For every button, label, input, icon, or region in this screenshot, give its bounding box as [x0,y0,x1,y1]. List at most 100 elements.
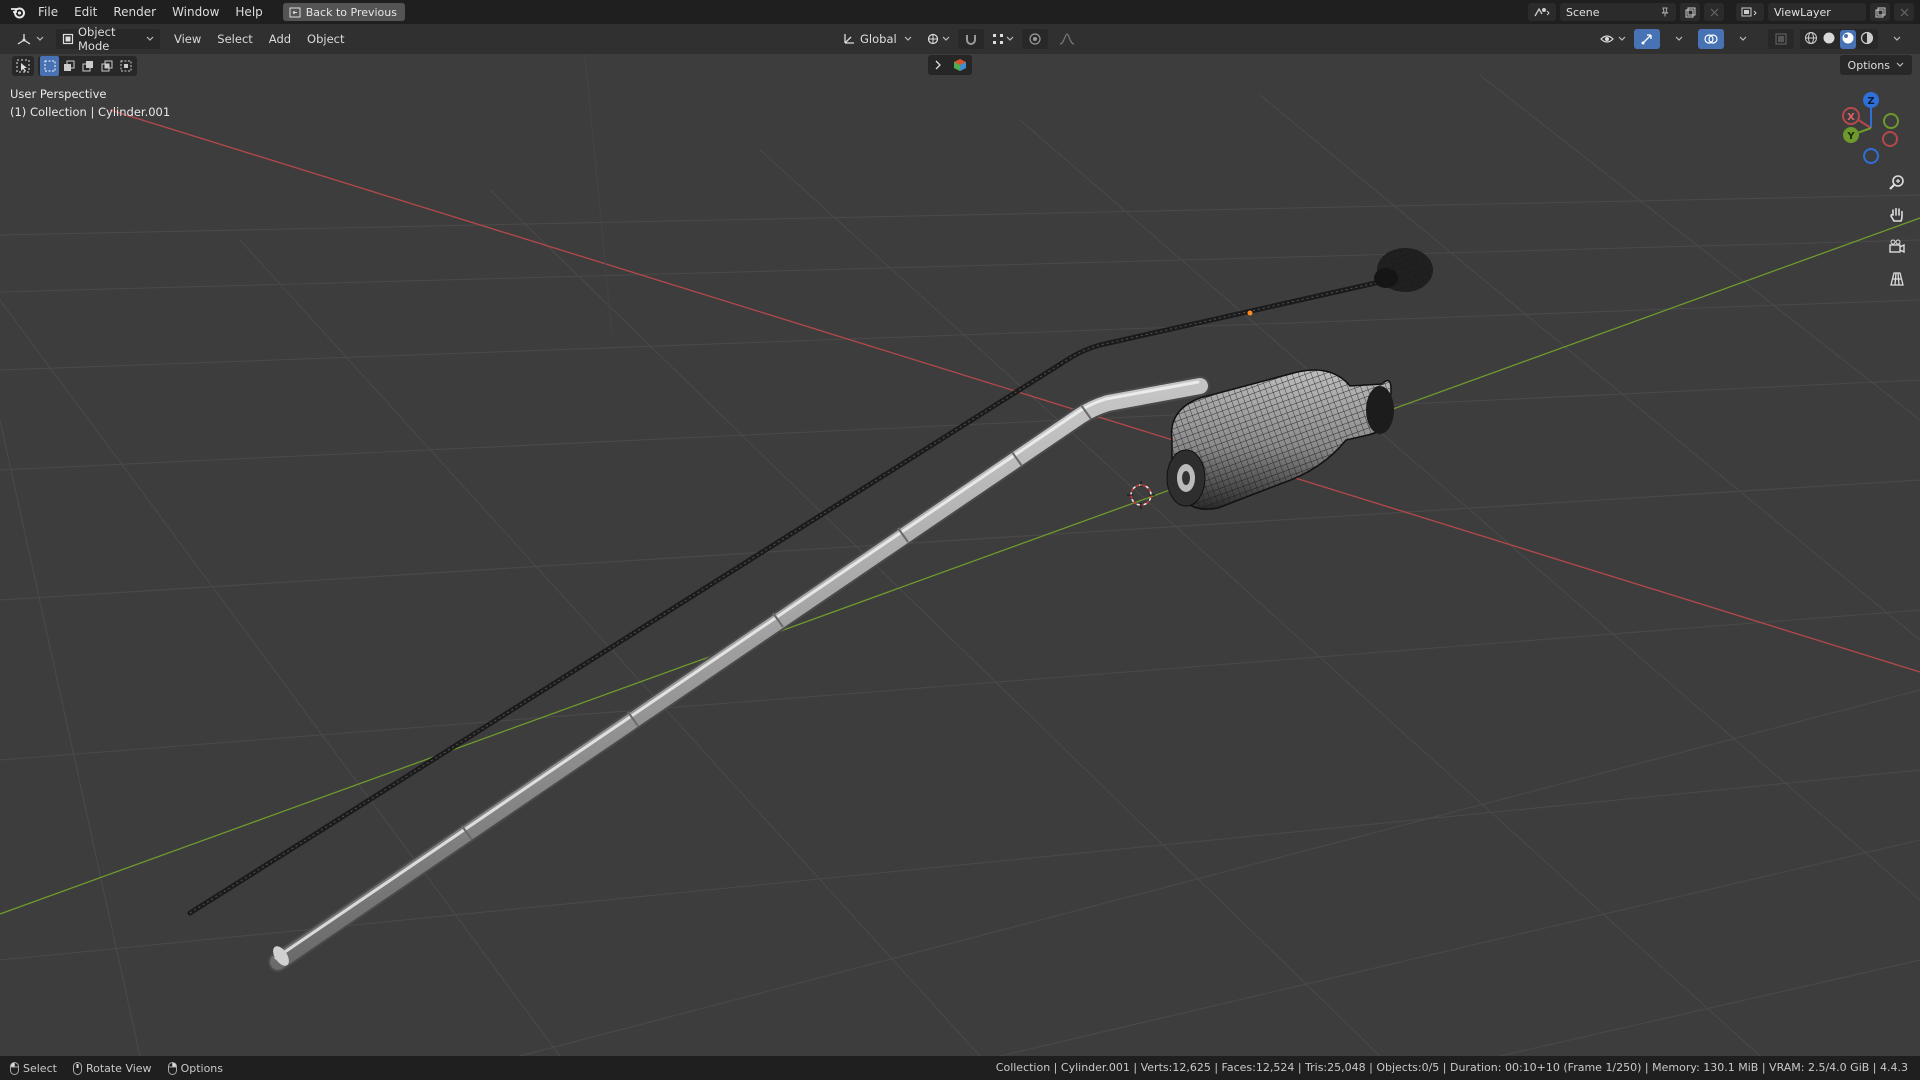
gizmo-z-label: Z [1867,96,1874,107]
snap-toggle[interactable] [958,29,984,49]
subtract-selection-button[interactable] [78,56,97,76]
invert-selection-button[interactable] [97,56,116,76]
selection-subtract-icon [82,61,93,72]
xray-toggle[interactable] [1768,29,1794,49]
y-axis-line [0,217,1920,915]
viewlayer-name-field[interactable]: ViewLayer [1768,3,1866,21]
options-dropdown[interactable]: Options [1839,55,1912,75]
3d-viewport[interactable]: Options User Perspective (1) Collection … [0,54,1920,1056]
camera-icon [1889,239,1905,254]
status-hint-select-label: Select [23,1061,57,1075]
selection-mode-group [38,56,137,76]
status-hint-rotate-label: Rotate View [85,1061,152,1075]
gizmo-neg-x[interactable] [1882,131,1898,147]
asset-shelf-icon [953,59,966,71]
editor-type-button[interactable] [10,29,50,49]
chevron-right-icon [935,60,941,70]
menu-object[interactable]: Object [299,32,352,46]
transform-orientation-selector[interactable]: Global [836,29,918,49]
menu-help[interactable]: Help [227,0,270,24]
chevron-down-icon [1893,36,1901,41]
gizmo-x-label: X [1847,112,1855,123]
proportional-falloff-button[interactable] [1054,29,1080,49]
selection-intersect-icon [120,60,131,72]
status-hint-options-label: Options [180,1061,224,1075]
options-label: Options [1847,58,1890,72]
gizmo-options-button[interactable] [1666,29,1692,49]
viewport-overlay-toggle[interactable] [928,55,972,75]
status-hint-select: Select [10,1061,57,1075]
metal-tube-object [268,376,1210,972]
tweak-tool-button[interactable] [12,56,34,76]
extend-selection-button[interactable] [59,56,78,76]
visibility-selectability-button[interactable] [1598,29,1628,49]
gizmo-neg-y[interactable] [1883,113,1899,129]
chevron-down-icon [904,36,912,41]
menu-file[interactable]: File [30,0,66,24]
gizmo-neg-z[interactable] [1863,148,1879,164]
back-screen-icon [289,7,301,17]
chevron-down-icon [1006,36,1014,41]
viewport-display-tools [1598,29,1910,49]
menu-render[interactable]: Render [105,0,164,24]
chevron-down-icon [942,36,950,41]
back-to-previous-button[interactable]: Back to Previous [282,3,405,21]
mode-selector[interactable]: Object Mode [56,25,160,53]
pivot-point-button[interactable] [924,29,952,49]
material-preview-button[interactable] [1840,29,1856,49]
rendered-sphere-icon [1860,31,1874,44]
camera-view-button[interactable] [1884,234,1910,260]
orientation-label: Global [860,32,897,46]
proportional-editing-toggle[interactable] [1022,29,1048,49]
new-viewlayer-button[interactable] [1870,3,1890,21]
menu-window[interactable]: Window [164,0,227,24]
scene-browse-button[interactable] [1528,3,1556,21]
shading-options-button[interactable] [1884,29,1910,49]
close-icon [1900,8,1908,16]
shading-modes [1800,29,1878,49]
selection-new-icon [44,60,55,72]
viewlayer-browse-button[interactable] [1736,3,1764,21]
delete-viewlayer-button[interactable] [1894,3,1914,21]
mode-label: Object Mode [78,25,116,53]
scene-name: Scene [1566,5,1600,19]
set-selection-button[interactable] [40,56,59,76]
new-scene-button[interactable] [1680,3,1700,21]
menu-add[interactable]: Add [261,32,299,46]
delete-scene-button[interactable] [1704,3,1724,21]
xray-icon [1775,33,1787,45]
projection-toggle-button[interactable] [1884,266,1910,292]
viewport-header: Object Mode View Select Add Object Globa… [0,24,1920,54]
wireframe-shading-button[interactable] [1804,31,1818,48]
chevron-down-icon [1896,62,1904,67]
snap-target-button[interactable] [990,29,1016,49]
menu-edit[interactable]: Edit [66,0,105,24]
magnet-icon [966,35,976,45]
solid-shading-button[interactable] [1822,31,1836,48]
intersect-selection-button[interactable] [116,56,135,76]
navigation-gizmo[interactable]: Z X Y [1838,88,1908,171]
menu-view[interactable]: View [166,32,209,46]
selection-invert-icon [101,60,112,72]
chevron-down-icon [1675,36,1683,41]
zoom-icon [1889,175,1904,190]
chevron-down-icon [36,36,44,41]
gizmo-toggle[interactable] [1634,29,1660,49]
blender-logo-icon[interactable] [6,0,30,24]
wire-origin-point [1247,310,1253,316]
status-bar: Select Rotate View Options Collection | … [0,1056,1920,1080]
select-cursor-icon [16,59,30,73]
pan-button[interactable] [1884,202,1910,228]
rendered-shading-button[interactable] [1860,31,1874,48]
chevron-down-icon [1618,36,1626,41]
pivot-icon [927,33,939,45]
eye-pointer-icon [1600,35,1614,43]
scene-name-field[interactable]: Scene [1560,3,1676,21]
chevron-down-icon [146,36,154,41]
menu-select[interactable]: Select [209,32,260,46]
perspective-label: User Perspective [10,87,107,101]
overlays-options-button[interactable] [1730,29,1756,49]
overlays-toggle[interactable] [1698,29,1724,49]
back-to-previous-label: Back to Previous [305,5,397,19]
zoom-button[interactable] [1884,170,1910,196]
